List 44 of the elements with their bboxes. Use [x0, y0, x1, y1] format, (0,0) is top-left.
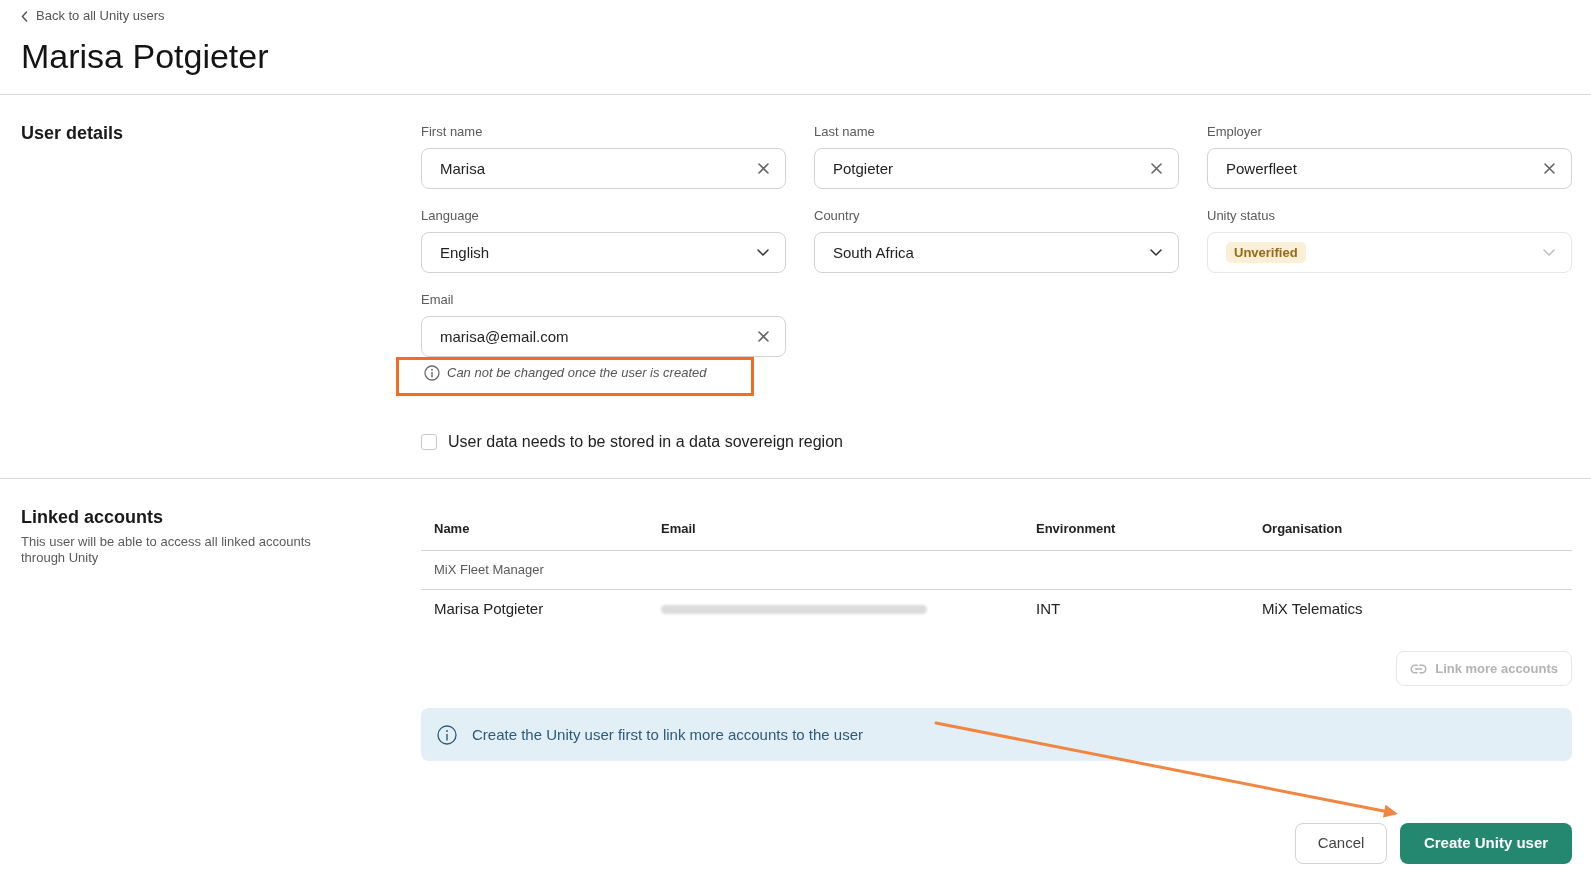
text-field[interactable]: Marisa: [421, 148, 786, 189]
chevron-down-icon: [1543, 249, 1555, 256]
clear-icon[interactable]: [1151, 163, 1162, 174]
cancel-button[interactable]: Cancel: [1295, 823, 1387, 864]
info-message: Create the Unity user first to link more accounts to the user: [472, 724, 863, 745]
clear-icon[interactable]: [758, 163, 769, 174]
field-label: Country: [814, 208, 860, 224]
page-title: Marisa Potgieter: [21, 36, 269, 76]
field-label: Email: [421, 292, 454, 308]
checkbox[interactable]: [421, 434, 437, 450]
section-description: This user will be able to access all linked accounts through Unity: [21, 534, 312, 566]
text-field[interactable]: Powerfleet: [1207, 148, 1572, 189]
column-header: Name: [434, 520, 470, 536]
clear-icon[interactable]: [758, 331, 769, 342]
field-label: Language: [421, 208, 479, 224]
field-label: Unity status: [1207, 208, 1275, 224]
chevron-down-icon: [1150, 249, 1162, 256]
dropdown[interactable]: South Africa: [814, 232, 1179, 273]
field-label: Last name: [814, 124, 875, 140]
table-cell: Marisa Potgieter: [434, 600, 544, 617]
info-icon: [424, 365, 440, 381]
text-field[interactable]: marisa@email.com: [421, 316, 786, 357]
back-link[interactable]: Back to all Unity users: [21, 8, 165, 24]
field-label: First name: [421, 124, 483, 140]
helper-text: Can not be changed once the user is created: [447, 365, 707, 381]
group-label: MiX Fleet Manager: [434, 562, 544, 578]
column-header: Email: [661, 520, 696, 536]
status-badge: Unverified: [1226, 242, 1306, 263]
table-cell: INT: [1036, 600, 1061, 617]
checkbox-label: User data needs to be stored in a data sovereign region: [448, 432, 843, 452]
field-label: Employer: [1207, 124, 1262, 140]
text-field[interactable]: Potgieter: [814, 148, 1179, 189]
chevron-left-icon: [21, 10, 28, 22]
clear-icon[interactable]: [1544, 163, 1555, 174]
dropdown[interactable]: English: [421, 232, 786, 273]
chevron-down-icon: [757, 249, 769, 256]
link-icon: [1410, 663, 1428, 674]
section-heading: User details: [21, 122, 124, 145]
table-cell: MiX Telematics: [1262, 600, 1363, 617]
info-icon: [437, 724, 457, 745]
column-header: Organisation: [1262, 520, 1343, 536]
column-header: Environment: [1036, 520, 1116, 536]
create-button[interactable]: Create Unity user: [1400, 823, 1572, 864]
section-heading: Linked accounts: [21, 506, 164, 529]
